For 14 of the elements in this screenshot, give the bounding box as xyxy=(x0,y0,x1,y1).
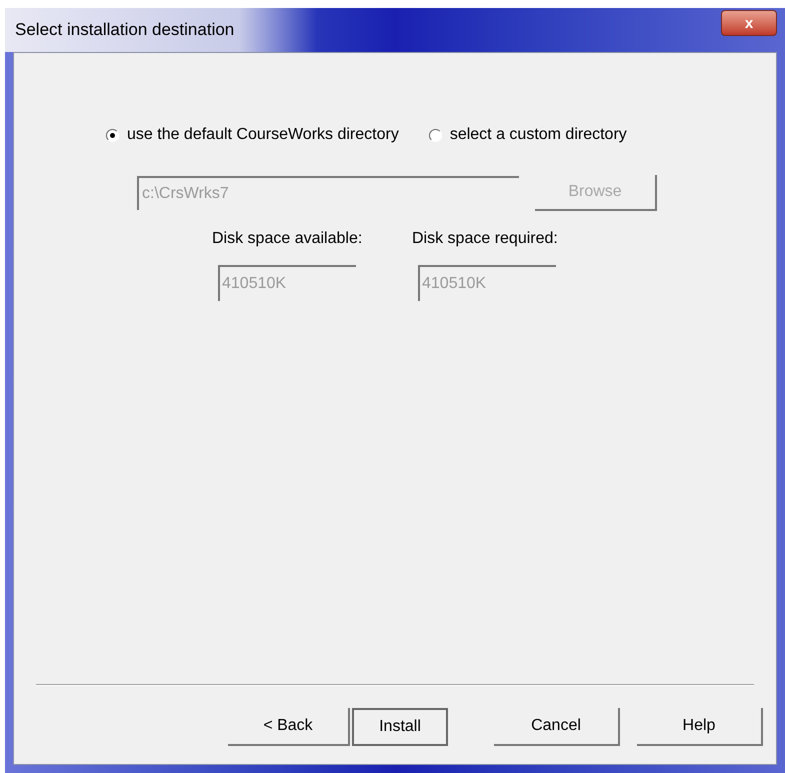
window-title: Select installation destination xyxy=(15,19,234,42)
dialog-button[interactable]: < Back xyxy=(228,708,350,746)
radio-label[interactable]: select a custom directory xyxy=(450,123,627,147)
field-label: Disk space required: xyxy=(412,229,559,249)
dialog-button[interactable]: Cancel xyxy=(494,708,620,746)
field-label: Disk space available: xyxy=(212,229,364,249)
close-button[interactable]: x xyxy=(721,10,777,36)
radio-label[interactable]: use the default CourseWorks directory xyxy=(127,123,399,147)
dialog-button[interactable]: Install xyxy=(352,708,448,746)
radio-button[interactable] xyxy=(106,128,119,142)
radio-button[interactable] xyxy=(428,128,442,142)
disk-space-field: 410510K xyxy=(218,265,356,301)
dialog-button[interactable]: Help xyxy=(637,708,763,746)
disk-space-field: 410510K xyxy=(418,265,556,301)
